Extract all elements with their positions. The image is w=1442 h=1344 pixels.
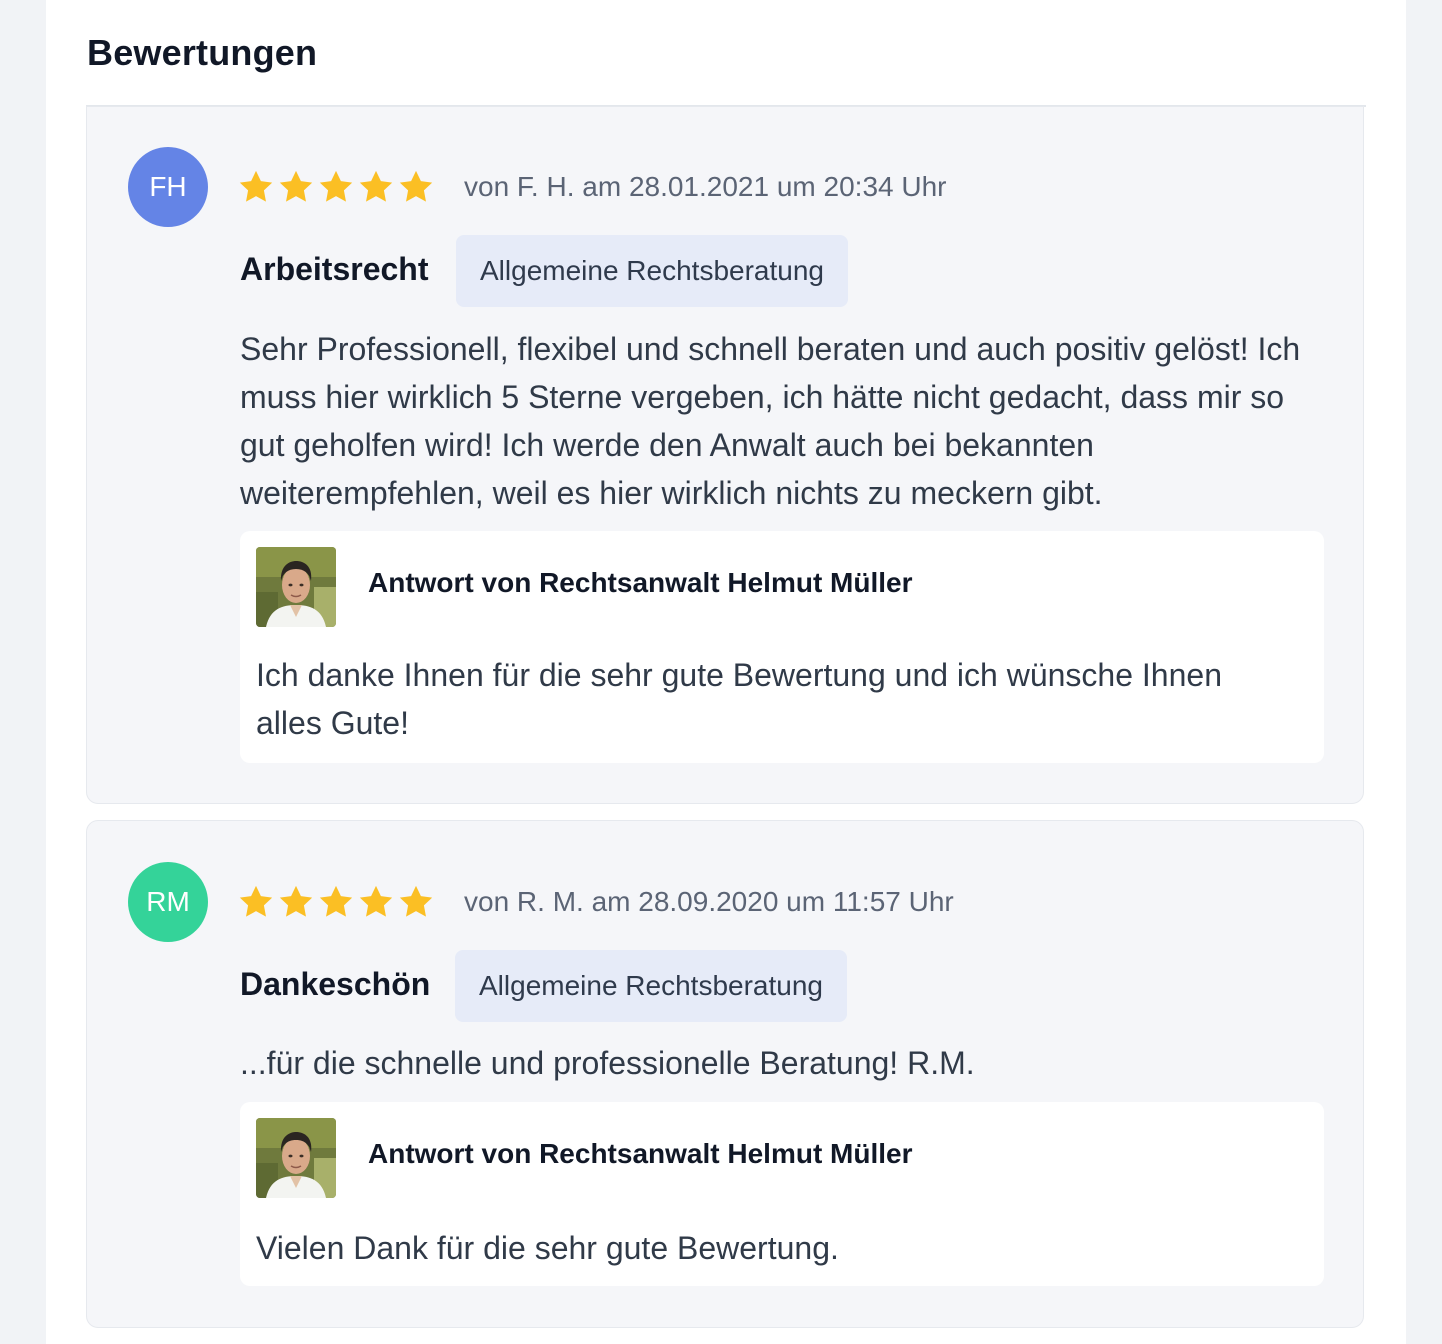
review-text: ...für die schnelle und professionelle B… [240,1045,975,1081]
review-title: Dankeschön [240,966,431,1002]
review-card: RM von R. M. am 28.09.2020 um 11:57 Uhr … [86,820,1364,1328]
reply-text: Ich danke Ihnen für die sehr gute Bewert… [256,657,1222,741]
review-meta: von R. M. am 28.09.2020 um 11:57 Uhr [464,886,954,917]
lawyer-photo [256,1118,336,1198]
star-icon [317,168,355,206]
lawyer-photo [256,547,336,627]
review-card: FH von F. H. am 28.01.2021 um 20:34 Uhr … [86,106,1364,804]
star-icon [277,883,315,921]
reply-author: Antwort von Rechtsanwalt Helmut Müller [368,1138,913,1169]
star-icon [357,883,395,921]
review-meta: von F. H. am 28.01.2021 um 20:34 Uhr [464,171,947,202]
star-icon [397,168,435,206]
category-tag[interactable]: Allgemeine Rechtsberatung [456,235,848,307]
star-icon [277,168,315,206]
reply-text: Vielen Dank für die sehr gute Bewertung. [256,1230,839,1266]
section-title: Bewertungen [87,32,318,73]
review-text: Sehr Professionell, flexibel und schnell… [240,331,1301,511]
star-rating [237,882,435,922]
star-rating [237,167,435,207]
avatar: FH [128,147,208,227]
reviews-panel: Bewertungen FH von F. H. am 28.01.2021 u… [46,0,1406,1344]
star-icon [397,883,435,921]
lawyer-reply: Antwort von Rechtsanwalt Helmut Müller I… [240,531,1324,763]
category-tag[interactable]: Allgemeine Rechtsberatung [455,950,847,1022]
star-icon [237,168,275,206]
avatar: RM [128,862,208,942]
star-icon [317,883,355,921]
star-icon [357,168,395,206]
review-title: Arbeitsrecht [240,251,429,287]
reply-author: Antwort von Rechtsanwalt Helmut Müller [368,567,913,598]
star-icon [237,883,275,921]
lawyer-reply: Antwort von Rechtsanwalt Helmut Müller V… [240,1102,1324,1286]
